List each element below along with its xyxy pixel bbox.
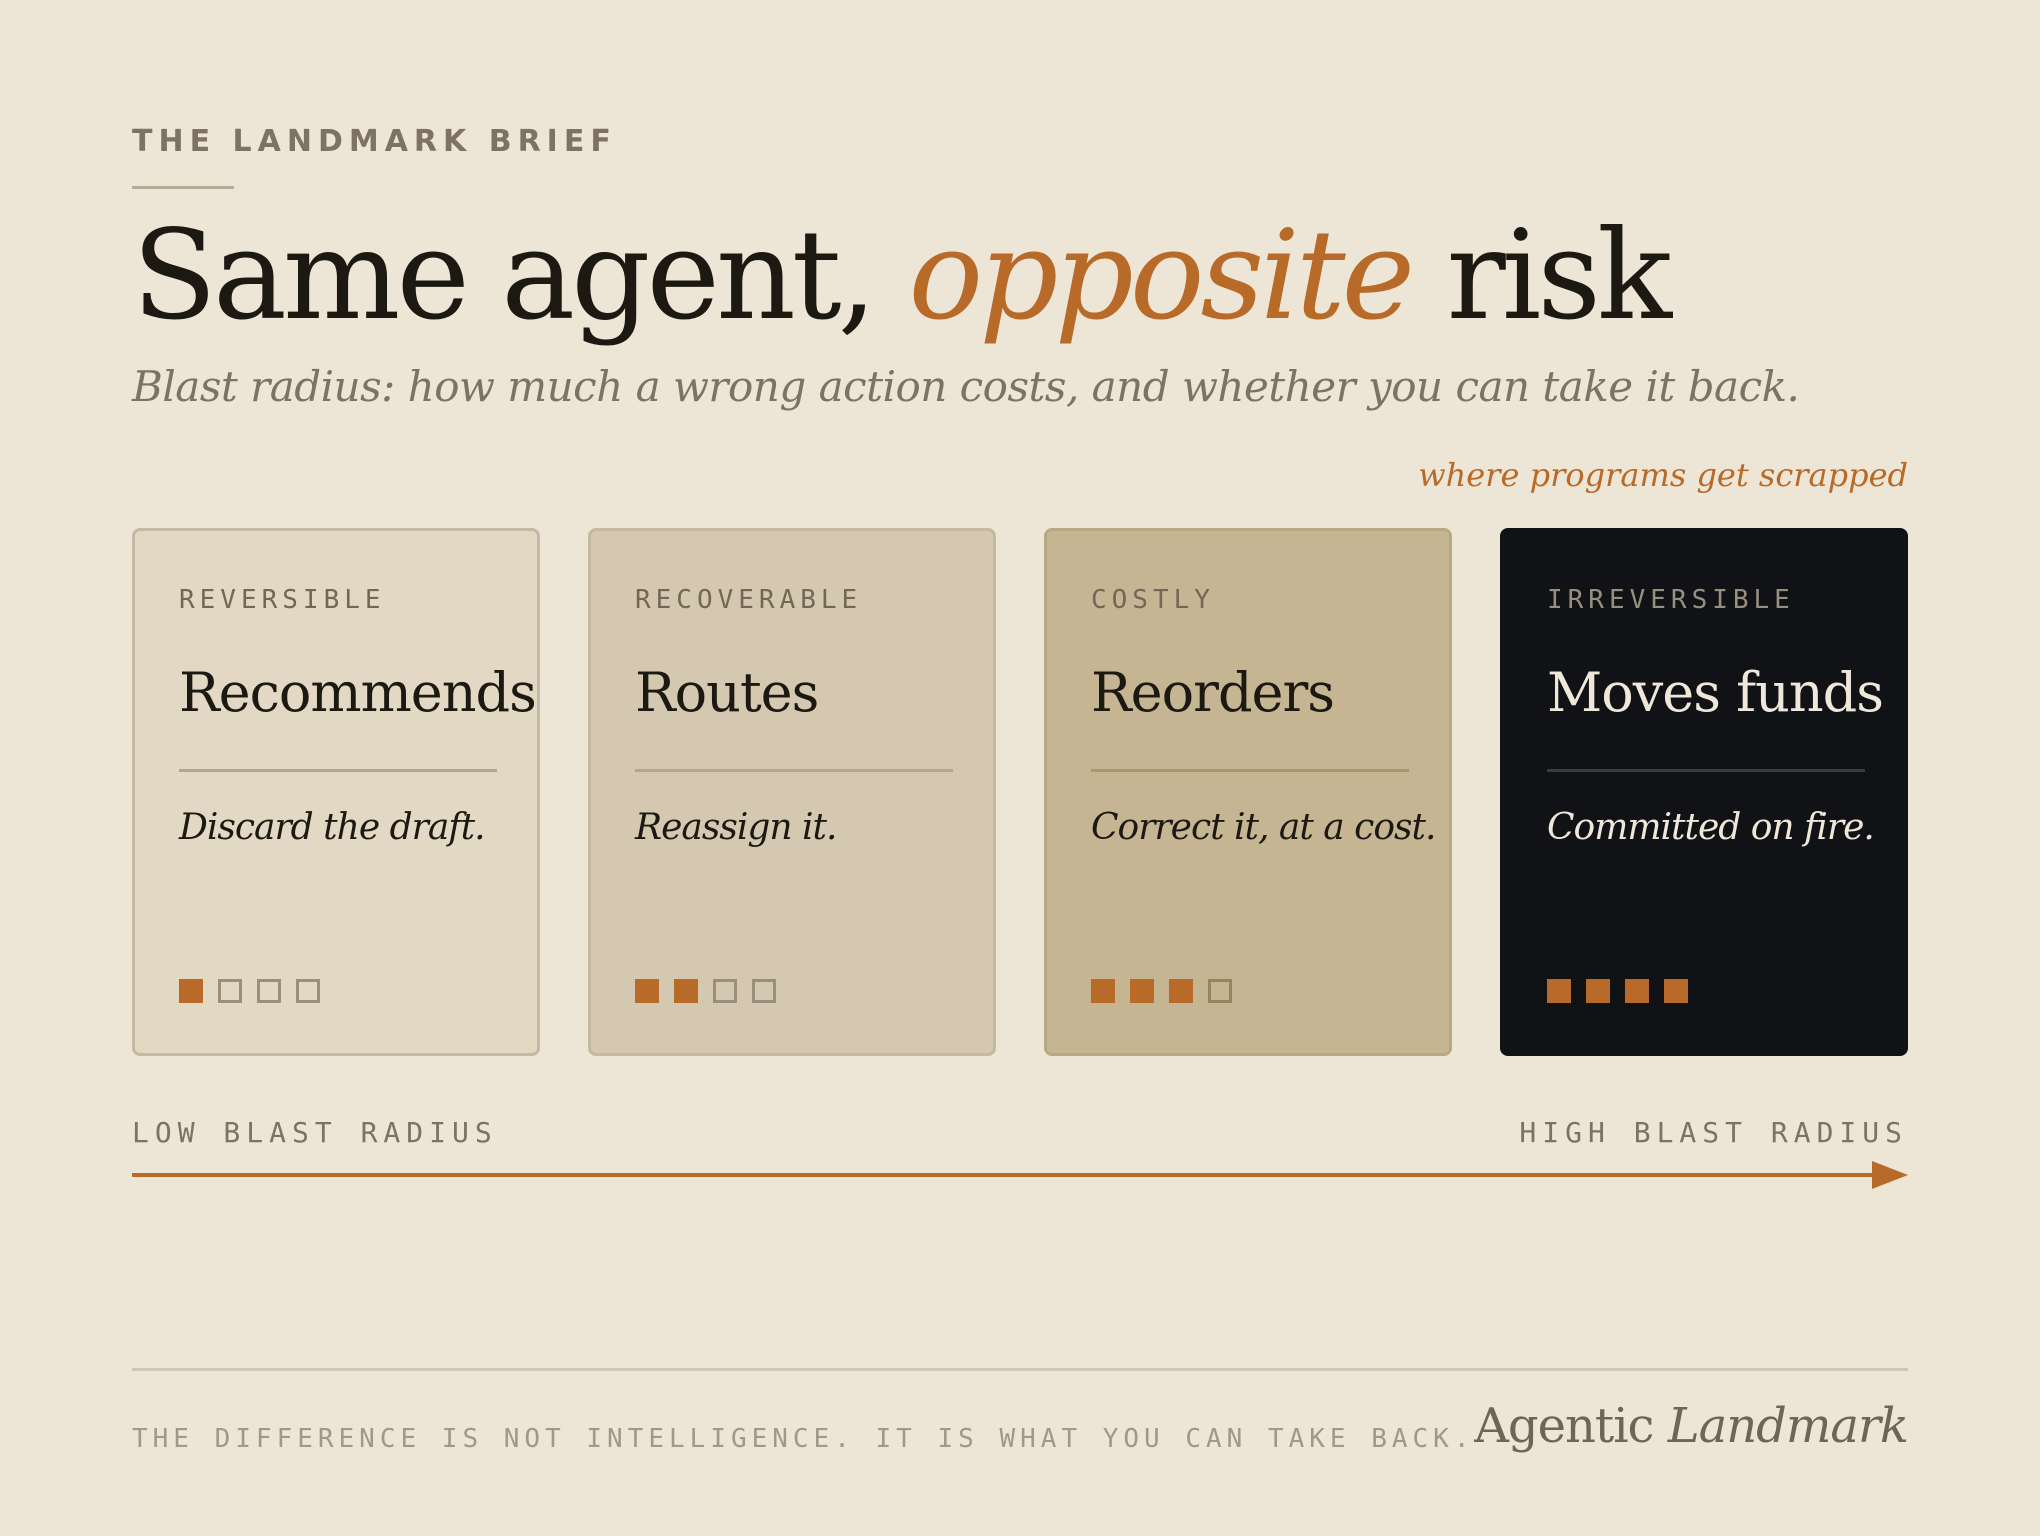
card-tier: REVERSIBLE [179,585,386,615]
card-reversible: REVERSIBLE Recommends Discard the draft. [132,528,540,1056]
headline: Same agent, opposite risk [132,196,1672,356]
kicker-rule [132,186,234,189]
card-action: Moves funds [1547,661,1884,724]
arrow-right-icon [132,1161,1908,1189]
card-divider [1091,769,1409,772]
filled-square-pip-icon [1547,979,1571,1003]
filled-square-pip-icon [1130,979,1154,1003]
headline-after: risk [1411,204,1672,348]
scrapped-annotation: where programs get scrapped [1418,456,1908,494]
headline-accent: opposite [908,204,1415,348]
card-remedy: Reassign it. [635,807,837,848]
card-remedy: Correct it, at a cost. [1091,807,1436,848]
filled-square-pip-icon [1169,979,1193,1003]
brand-logo: Agentic Landmark [1474,1398,1909,1454]
empty-square-pip-icon [218,979,242,1003]
footer-rule [132,1368,1908,1371]
severity-meter [1547,979,1688,1003]
headline-before: Same agent, [132,204,909,348]
card-divider [1547,769,1865,772]
empty-square-pip-icon [1208,979,1232,1003]
card-action: Reorders [1091,661,1335,724]
card-tier: RECOVERABLE [635,585,863,615]
empty-square-pip-icon [296,979,320,1003]
card-tier: IRREVERSIBLE [1547,585,1795,615]
filled-square-pip-icon [1091,979,1115,1003]
empty-square-pip-icon [713,979,737,1003]
filled-square-pip-icon [179,979,203,1003]
axis-high-label: HIGH BLAST RADIUS [1519,1116,1908,1149]
card-remedy: Discard the draft. [179,807,486,848]
filled-square-pip-icon [674,979,698,1003]
severity-meter [179,979,320,1003]
card-action: Routes [635,661,819,724]
card-action: Recommends [179,661,537,724]
kicker: THE LANDMARK BRIEF [132,124,617,159]
brand-regular: Agentic [1474,1398,1668,1454]
card-recoverable: RECOVERABLE Routes Reassign it. [588,528,996,1056]
filled-square-pip-icon [1586,979,1610,1003]
empty-square-pip-icon [752,979,776,1003]
card-costly: COSTLY Reorders Correct it, at a cost. [1044,528,1452,1056]
footer-tagline: THE DIFFERENCE IS NOT INTELLIGENCE. IT I… [132,1424,1475,1454]
card-irreversible: IRREVERSIBLE Moves funds Committed on fi… [1500,528,1908,1056]
brand-italic: Landmark [1667,1398,1909,1454]
severity-meter [1091,979,1232,1003]
card-remedy: Committed on fire. [1547,807,1875,848]
card-divider [179,769,497,772]
card-divider [635,769,953,772]
filled-square-pip-icon [1664,979,1688,1003]
axis-low-label: LOW BLAST RADIUS [132,1116,498,1149]
filled-square-pip-icon [1625,979,1649,1003]
severity-meter [635,979,776,1003]
blast-radius-cards: REVERSIBLE Recommends Discard the draft.… [132,528,1908,1056]
subtitle: Blast radius: how much a wrong action co… [132,362,1800,411]
filled-square-pip-icon [635,979,659,1003]
card-tier: COSTLY [1091,585,1215,615]
empty-square-pip-icon [257,979,281,1003]
